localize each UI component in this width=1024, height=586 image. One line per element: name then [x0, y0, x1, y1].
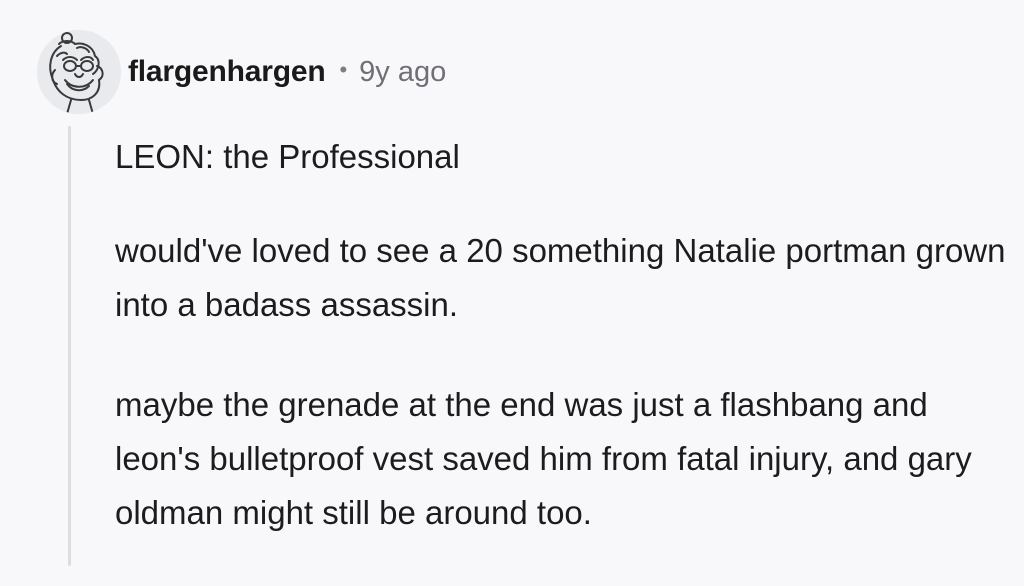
- comment-header: flargenhargen • 9y ago: [128, 52, 446, 92]
- comment-paragraph: would've loved to see a 20 something Nat…: [115, 232, 1006, 323]
- timestamp[interactable]: 9y ago: [359, 56, 446, 89]
- avatar[interactable]: [37, 30, 121, 114]
- comment-paragraph: maybe the grenade at the end was just a …: [115, 386, 972, 531]
- thread-line[interactable]: [68, 126, 71, 566]
- comment-body: LEON: the Professional would've loved to…: [115, 130, 1015, 586]
- username[interactable]: flargenhargen: [128, 55, 326, 89]
- user-avatar-icon: [37, 30, 121, 114]
- comment-paragraph: LEON: the Professional: [115, 138, 460, 175]
- separator-dot: •: [339, 57, 348, 82]
- comment: flargenhargen • 9y ago LEON: the Profess…: [0, 0, 1024, 566]
